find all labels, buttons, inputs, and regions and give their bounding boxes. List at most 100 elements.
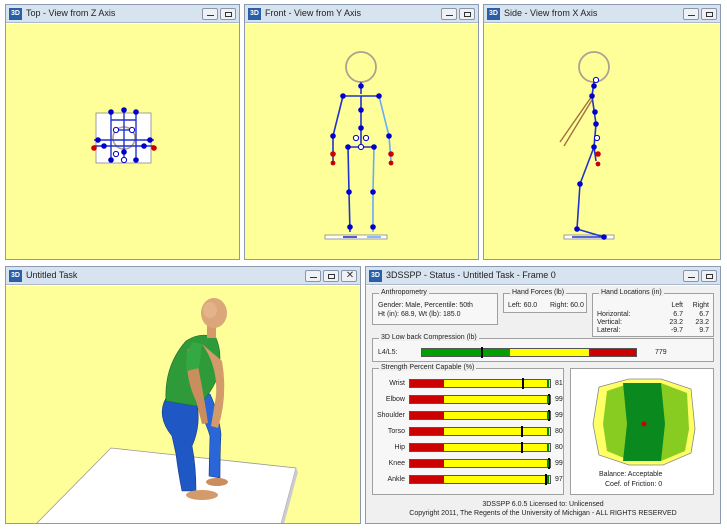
app-icon: 3D	[9, 270, 22, 282]
status-window[interactable]: 3D 3DSSPP - Status - Untitled Task - Fra…	[365, 266, 721, 524]
strength-bar	[409, 474, 551, 485]
strength-row-value: 81	[555, 380, 563, 387]
strength-marker	[521, 426, 523, 437]
app-icon: 3D	[248, 8, 261, 20]
hand-locations-col-right: Right	[692, 302, 709, 309]
status-body: Anthropometry Gender: Male, Percentile: …	[366, 286, 720, 523]
minimize-icon	[310, 277, 317, 278]
strength-row-name: Shoulder	[376, 412, 405, 419]
task-titlebar[interactable]: 3D Untitled Task ✕	[6, 267, 360, 285]
hand-loc-row-name: Lateral:	[597, 327, 621, 334]
hand-loc-row-right: 23.2	[695, 319, 709, 326]
copyright-text: Copyright 2011, The Regents of the Unive…	[409, 510, 677, 517]
compression-row-label: L4/L5:	[378, 349, 398, 356]
compression-bar	[421, 347, 637, 358]
anthropometry-gender: Gender: Male, Percentile: 50th	[378, 302, 473, 309]
hand-locations-group: Hand Locations (in) Left Right Horizonta…	[592, 289, 714, 337]
minimize-button[interactable]	[441, 8, 457, 20]
side-view-title: Side - View from X Axis	[504, 8, 598, 18]
hand-loc-row-name: Vertical:	[597, 319, 622, 326]
front-view-canvas[interactable]	[245, 24, 478, 259]
minimize-icon	[688, 277, 695, 278]
strength-bar	[409, 378, 551, 389]
front-view-window[interactable]: 3D Front - View from Y Axis	[244, 4, 479, 260]
task-3d-scene	[36, 298, 298, 523]
side-view-titlebar[interactable]: 3D Side - View from X Axis	[484, 5, 720, 23]
anthropometry-size: Ht (in): 68.9, Wt (lb): 185.0	[378, 311, 461, 318]
close-button[interactable]: ✕	[341, 270, 357, 282]
strength-row-name: Knee	[388, 460, 405, 467]
side-view-canvas[interactable]	[484, 24, 720, 259]
strength-good-tick	[547, 412, 549, 419]
strength-row-value: 99	[555, 460, 563, 467]
strength-row-value: 99	[555, 412, 563, 419]
restore-button[interactable]	[220, 8, 236, 20]
front-view-skeleton	[324, 51, 394, 240]
app-icon: 3D	[369, 270, 382, 282]
task-title: Untitled Task	[26, 270, 78, 280]
restore-button[interactable]	[701, 8, 717, 20]
front-view-title: Front - View from Y Axis	[265, 8, 362, 18]
minimize-button[interactable]	[683, 8, 699, 20]
strength-good-tick	[547, 476, 549, 483]
top-view-window[interactable]: 3D Top - View from Z Axis	[5, 4, 240, 260]
strength-good-tick	[547, 396, 549, 403]
strength-bar	[409, 394, 551, 405]
app-icon: 3D	[487, 8, 500, 20]
strength-label: Strength Percent Capable (%)	[379, 364, 477, 371]
status-title: 3DSSPP - Status - Untitled Task - Frame …	[386, 270, 556, 280]
side-view-window[interactable]: 3D Side - View from X Axis	[483, 4, 721, 260]
task-window[interactable]: 3D Untitled Task ✕	[5, 266, 361, 524]
strength-bar	[409, 410, 551, 421]
anthropometry-label: Anthropometry	[379, 289, 429, 296]
restore-icon	[706, 274, 713, 279]
hand-force-left: Left: 60.0	[508, 302, 538, 309]
strength-row-name: Elbow	[385, 396, 405, 403]
minimize-icon	[688, 15, 695, 16]
restore-icon	[706, 12, 713, 17]
hand-loc-row-left: 23.2	[669, 319, 683, 326]
restore-button[interactable]	[459, 8, 475, 20]
strength-good-tick	[547, 428, 549, 435]
minimize-button[interactable]	[202, 8, 218, 20]
top-view-skeleton	[91, 107, 157, 164]
strength-good-tick	[547, 460, 549, 467]
anthropometry-group: Anthropometry Gender: Male, Percentile: …	[372, 289, 498, 325]
hand-loc-row-name: Horizontal:	[597, 311, 631, 318]
hand-loc-row-left: 6.7	[673, 311, 683, 318]
hand-force-right: Right: 60.0	[550, 302, 584, 309]
minimize-button[interactable]	[305, 270, 321, 282]
strength-marker	[521, 442, 523, 453]
compression-value: 779	[655, 349, 667, 356]
strength-row-name: Torso	[387, 428, 405, 435]
strength-row-name: Wrist	[389, 380, 405, 387]
strength-marker	[522, 378, 525, 389]
minimize-button[interactable]	[683, 270, 699, 282]
compression-marker	[480, 347, 483, 358]
strength-row-value: 80	[555, 444, 563, 451]
status-titlebar[interactable]: 3D 3DSSPP - Status - Untitled Task - Fra…	[366, 267, 720, 285]
side-view-skeleton	[559, 51, 615, 240]
balance-group: Balance: Acceptable Coef. of Friction: 0	[570, 368, 714, 495]
hand-loc-row-left: -9.7	[670, 327, 683, 334]
strength-bar	[409, 426, 551, 437]
strength-row-value: 97	[555, 476, 563, 483]
compression-group: 3D Low back Compression (lb) L4/L5: 779	[372, 334, 714, 362]
restore-icon	[464, 12, 471, 17]
top-view-titlebar[interactable]: 3D Top - View from Z Axis	[6, 5, 239, 23]
balance-status: Balance: Acceptable	[599, 471, 663, 478]
top-view-canvas[interactable]	[6, 24, 239, 259]
strength-row-name: Ankle	[387, 476, 405, 483]
close-icon: ✕	[345, 270, 355, 281]
strength-group: Strength Percent Capable (%) Wrist 81 Elbo…	[372, 364, 564, 495]
compression-label: 3D Low back Compression (lb)	[379, 334, 479, 341]
balance-friction: Coef. of Friction: 0	[605, 481, 663, 488]
strength-row-name: Hip	[394, 444, 405, 451]
restore-icon	[225, 12, 232, 17]
hand-forces-group: Hand Forces (lb) Left: 60.0 Right: 60.0	[503, 289, 587, 313]
front-view-titlebar[interactable]: 3D Front - View from Y Axis	[245, 5, 478, 23]
strength-bar	[409, 458, 551, 469]
restore-button[interactable]	[701, 270, 717, 282]
restore-button[interactable]	[323, 270, 339, 282]
task-3d-canvas[interactable]	[6, 286, 360, 523]
